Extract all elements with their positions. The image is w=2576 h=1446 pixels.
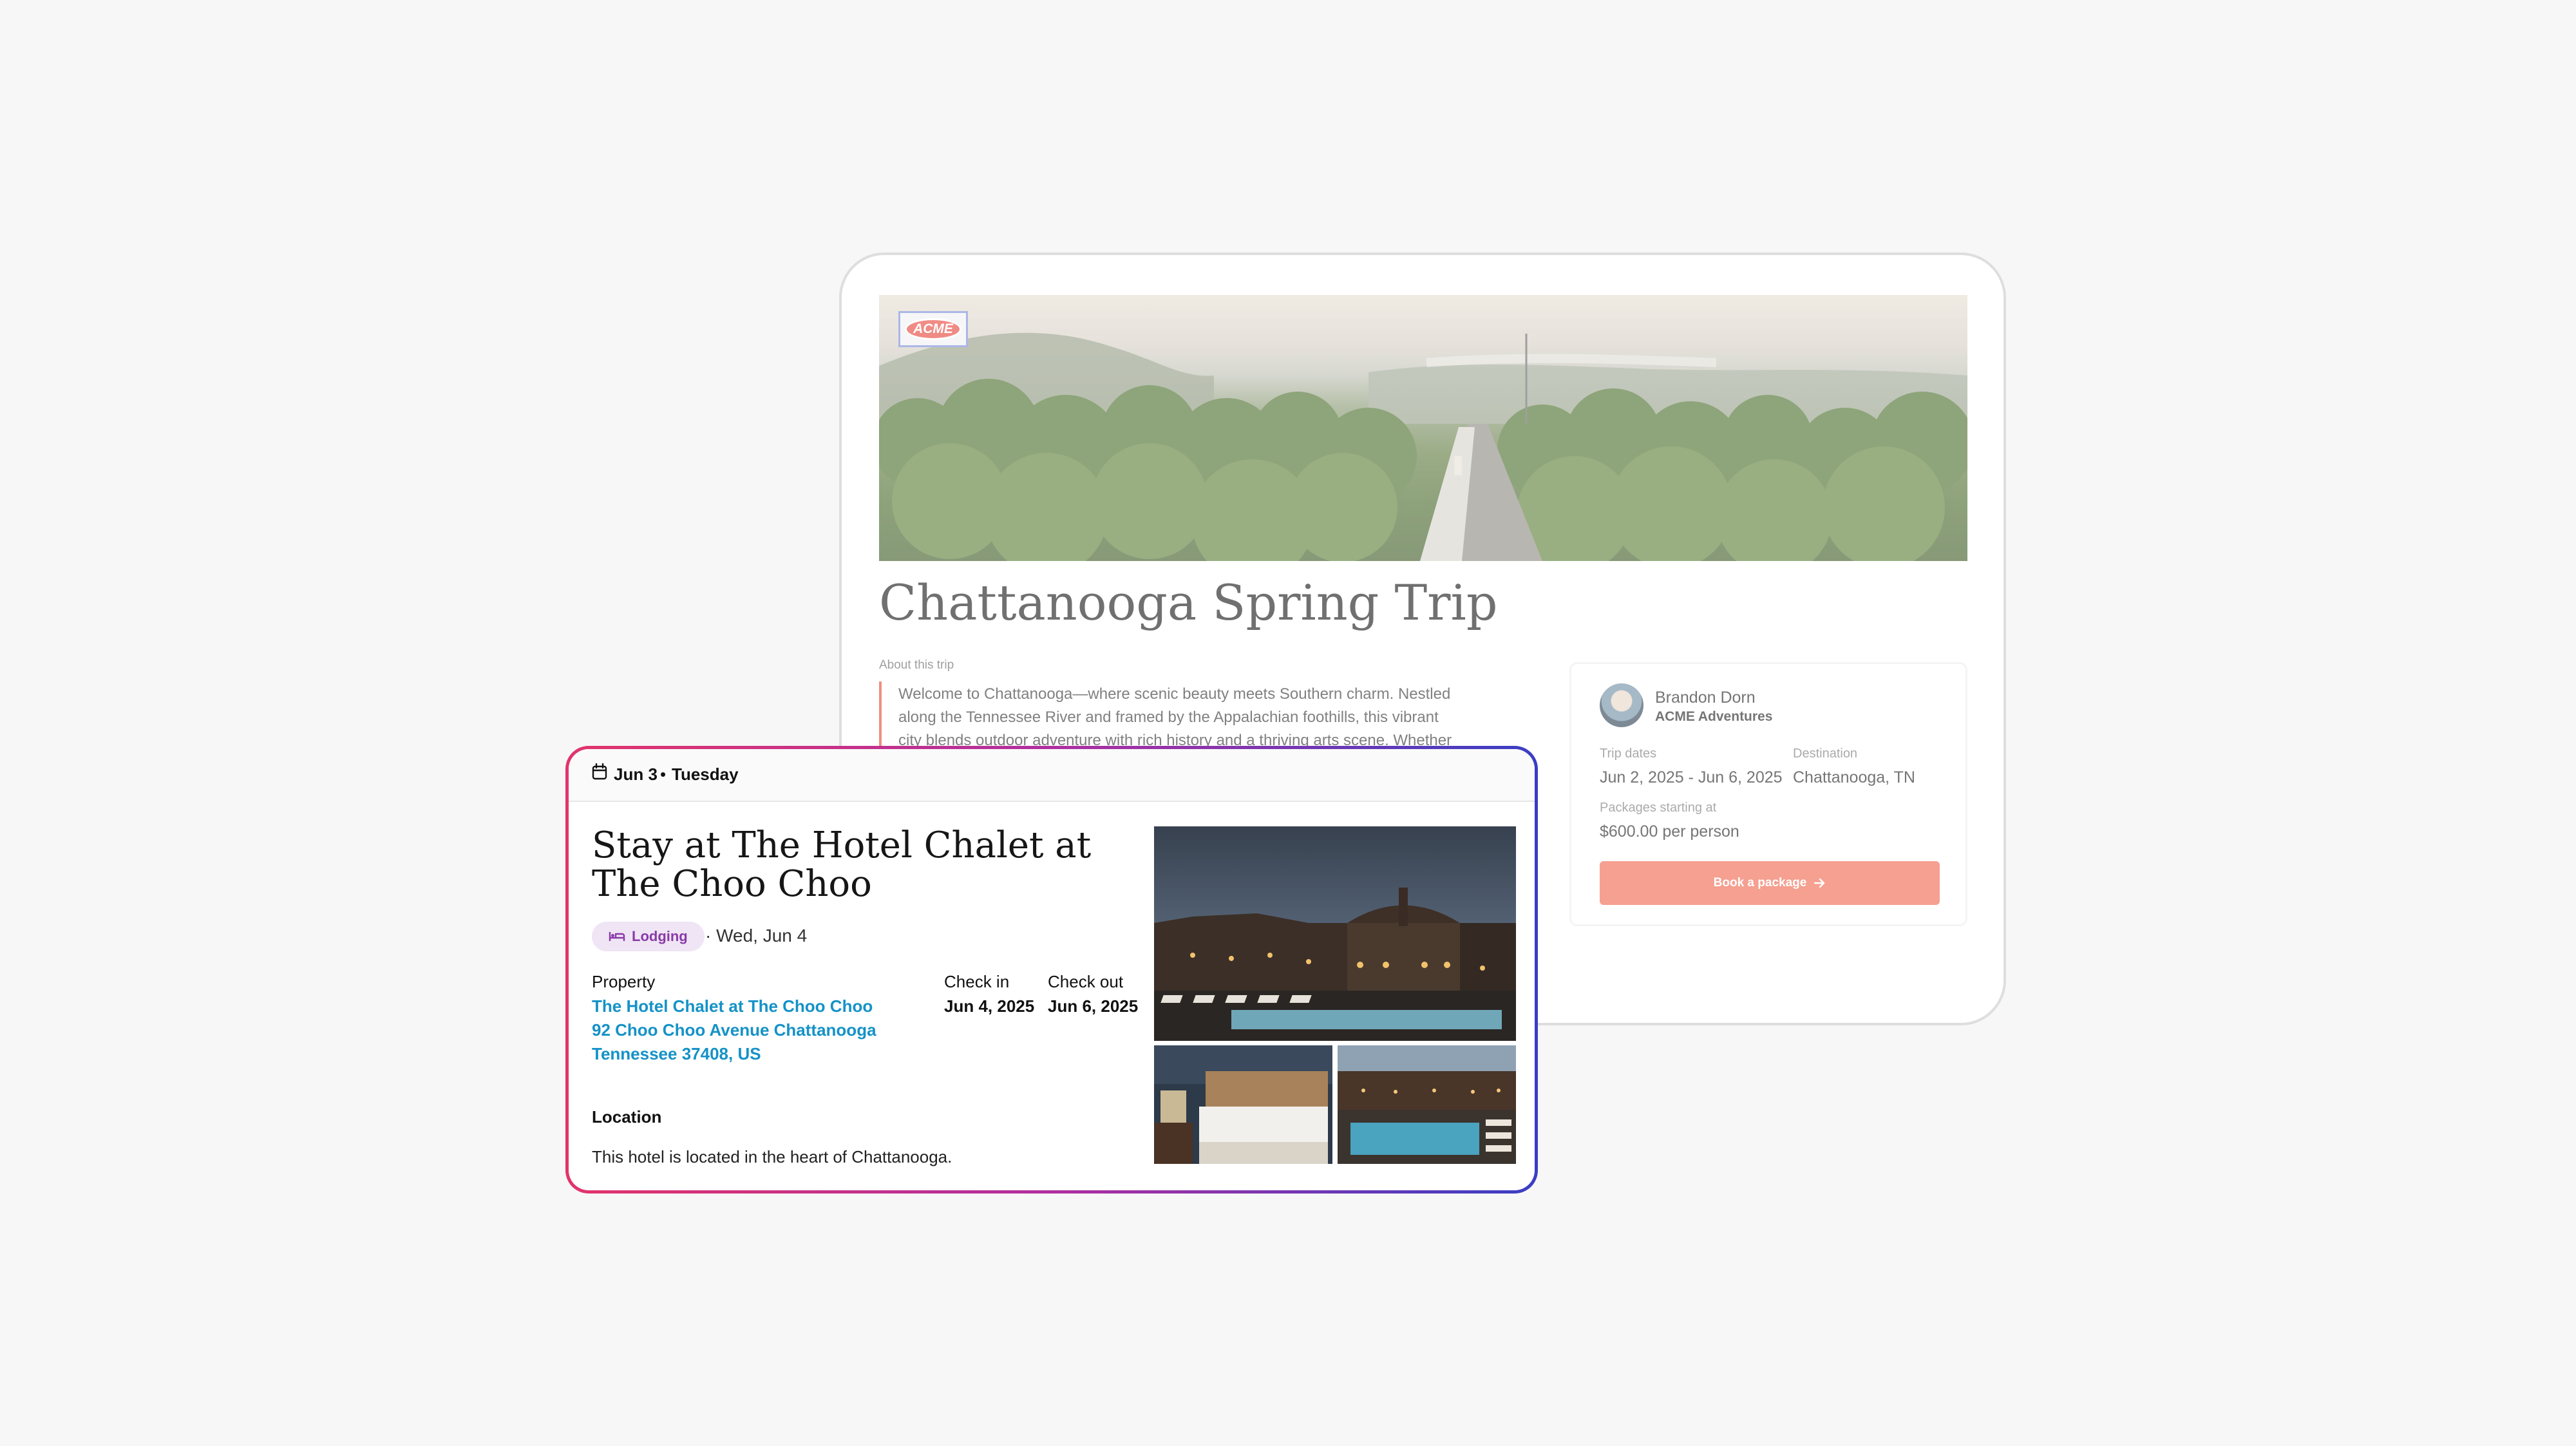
book-package-label: Book a package (1713, 876, 1807, 889)
lodging-tag: Lodging (592, 922, 705, 951)
trip-title: Chattanooga Spring Trip (879, 574, 1498, 631)
hero-image: ACME (879, 295, 1967, 561)
acme-logo-text: ACME (905, 318, 961, 340)
destination-value: Chattanooga, TN (1793, 768, 1915, 786)
host-name: Brandon Dorn (1655, 689, 1756, 707)
bed-icon (609, 932, 625, 941)
hotel-room-photo[interactable] (1154, 1045, 1332, 1164)
host-org: ACME Adventures (1655, 709, 1773, 724)
calendar-icon (592, 763, 607, 780)
property-name-link[interactable]: The Hotel Chalet at The Choo Choo (592, 996, 873, 1016)
property-label: Property (592, 972, 656, 991)
location-text: This hotel is located in the heart of Ch… (592, 1147, 952, 1166)
location-label: Location (592, 1107, 662, 1127)
about-label: About this trip (879, 658, 954, 672)
property-address-link[interactable]: Tennessee 37408, US (592, 1044, 761, 1064)
check-in-value: Jun 4, 2025 (944, 996, 1035, 1016)
check-out-label: Check out (1048, 972, 1124, 991)
lodging-tag-label: Lodging (632, 928, 688, 944)
acme-logo: ACME (898, 311, 968, 347)
about-text: Welcome to Chattanooga—where scenic beau… (898, 683, 1491, 752)
day-name: Tuesday (672, 765, 739, 784)
property-address-link[interactable]: 92 Choo Choo Avenue Chattanooga (592, 1020, 876, 1040)
stay-title: Stay at The Hotel Chalet at The Choo Cho… (592, 824, 1092, 905)
packages-label: Packages starting at (1600, 801, 1717, 815)
hotel-exterior-photo[interactable] (1154, 826, 1516, 1041)
check-out-value: Jun 6, 2025 (1048, 996, 1139, 1016)
check-in-label: Check in (944, 972, 1010, 991)
day-separator: • (660, 765, 667, 784)
about-line: along the Tennessee River and framed by … (898, 709, 1439, 726)
arrow-right-icon (1814, 878, 1825, 888)
lodging-tag-date: · Wed, Jun 4 (705, 926, 808, 946)
book-package-button[interactable]: Book a package (1600, 861, 1940, 905)
packages-price: $600.00 per person (1600, 823, 1739, 841)
day-header: Jun 3 • Tuesday (569, 749, 1535, 802)
trip-dates-value: Jun 2, 2025 - Jun 6, 2025 (1600, 768, 1783, 786)
about-line: Welcome to Chattanooga—where scenic beau… (898, 685, 1451, 703)
trip-info-card: Brandon Dorn ACME Adventures Trip dates … (1569, 662, 1967, 926)
destination-label: Destination (1793, 747, 1858, 761)
day-date: Jun 3 (614, 765, 658, 784)
lodging-card[interactable]: Jun 3 • Tuesday Stay at The Hotel Chalet… (565, 746, 1538, 1194)
trip-dates-label: Trip dates (1600, 747, 1657, 761)
avatar (1600, 683, 1643, 727)
hotel-pool-photo[interactable] (1338, 1045, 1516, 1164)
hero-landscape (879, 332, 1967, 561)
